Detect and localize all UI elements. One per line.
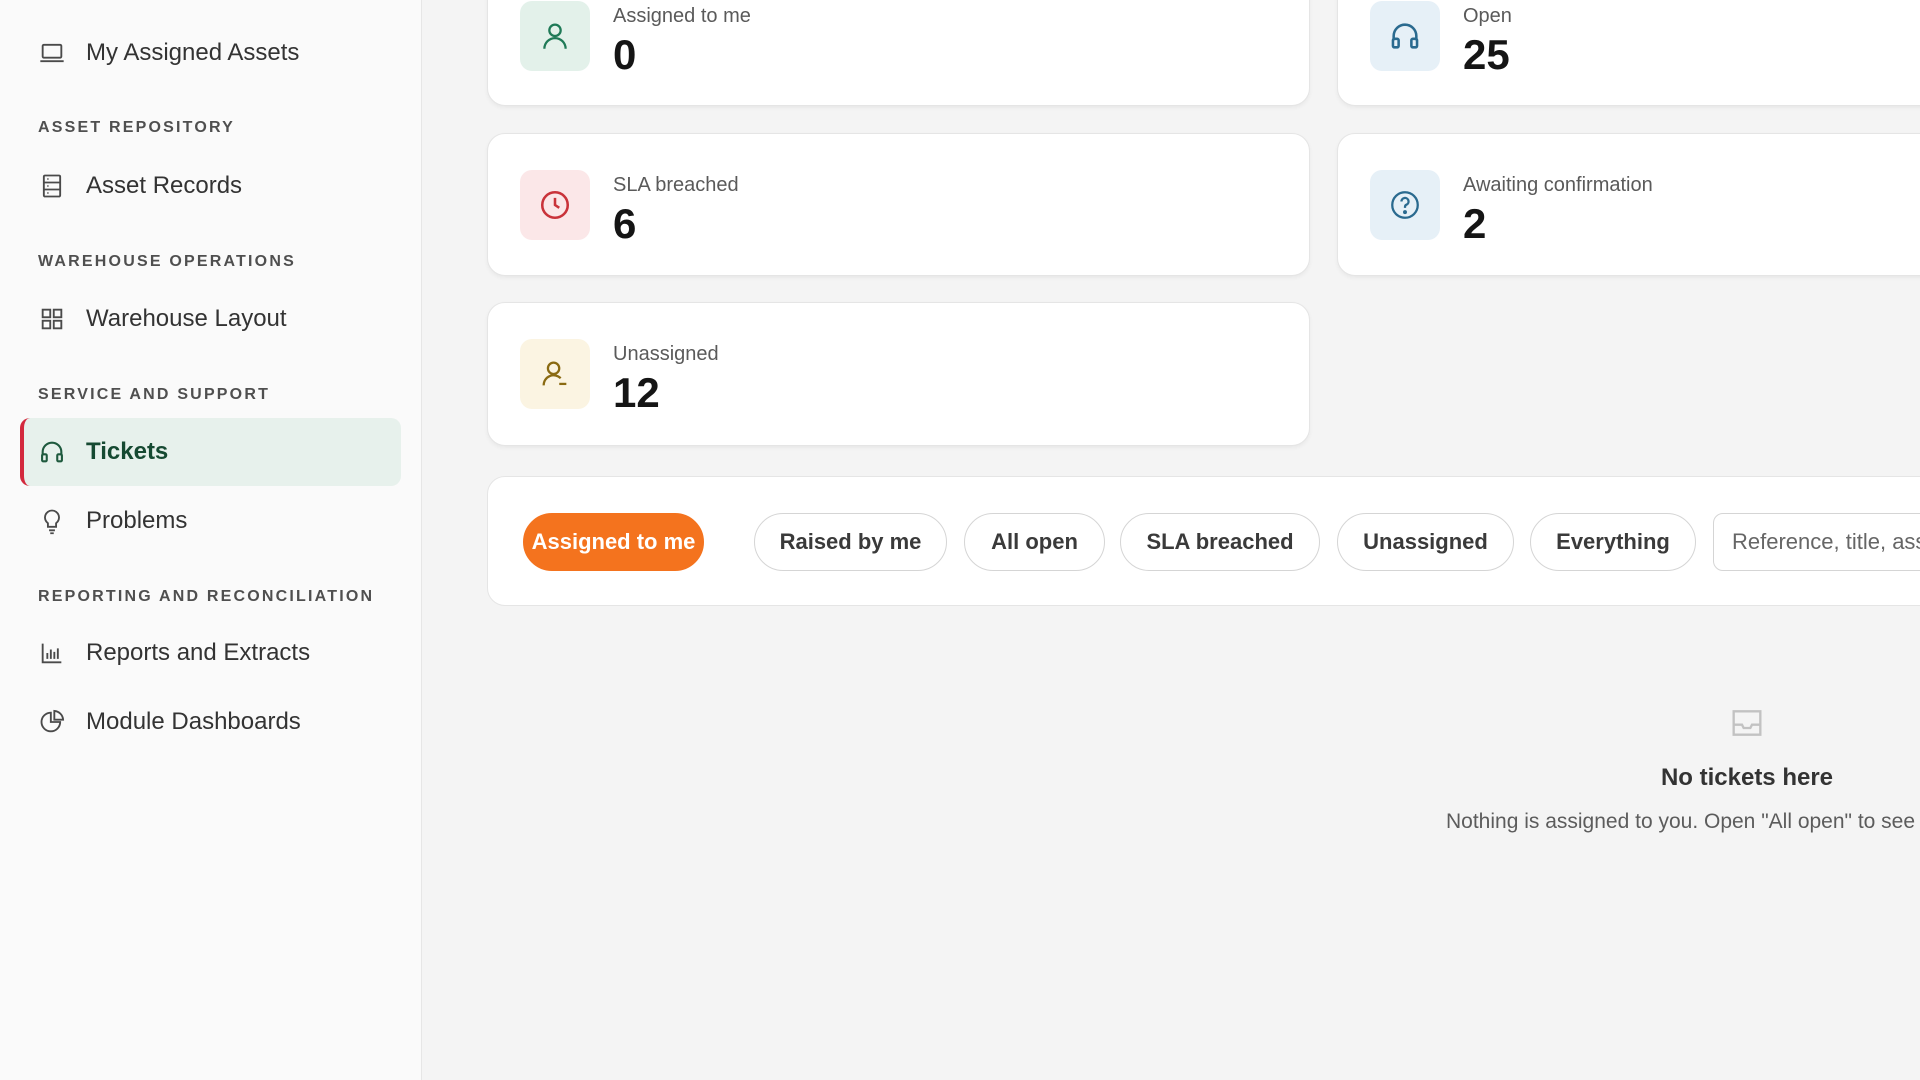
sidebar-item-asset-records[interactable]: Asset Records	[20, 152, 401, 220]
pie-chart-icon	[38, 708, 66, 736]
stat-label: SLA breached	[613, 174, 739, 196]
sidebar-item-label: Asset Records	[86, 172, 243, 199]
section-label-service-support: SERVICE AND SUPPORT	[38, 386, 271, 403]
filter-bar: Assigned to me Raised by me All open SLA…	[487, 476, 1920, 606]
filter-pill-assigned-to-me[interactable]: Assigned to me	[523, 513, 704, 571]
stat-value: 12	[613, 369, 660, 416]
sidebar-item-problems[interactable]: Problems	[20, 487, 401, 555]
stat-value: 0	[613, 31, 637, 78]
search-input[interactable]	[1713, 513, 1920, 571]
sidebar-item-label: Problems	[86, 507, 188, 534]
sidebar-item-label: Warehouse Layout	[86, 305, 287, 332]
grid-icon	[38, 305, 66, 333]
sidebar-item-warehouse-layout[interactable]: Warehouse Layout	[20, 285, 401, 353]
stat-value: 2	[1463, 200, 1487, 247]
empty-state-description: Nothing is assigned to you. Open "All op…	[1446, 810, 1920, 833]
stat-card-awaiting-confirmation[interactable]: Awaiting confirmation 2	[1337, 133, 1920, 276]
user-icon	[520, 1, 590, 71]
headset-icon	[38, 438, 66, 466]
clock-icon	[520, 170, 590, 240]
lightbulb-icon	[38, 507, 66, 535]
stat-value: 6	[613, 200, 637, 247]
question-circle-icon	[1370, 170, 1440, 240]
filter-pill-sla-breached[interactable]: SLA breached	[1120, 513, 1320, 571]
records-icon	[38, 172, 66, 200]
sidebar-item-my-assigned-assets[interactable]: My Assigned Assets	[20, 19, 401, 87]
sidebar-item-label: Tickets	[86, 438, 169, 465]
stat-value: 25	[1463, 31, 1510, 78]
sidebar-item-label: Reports and Extracts	[86, 639, 311, 666]
sidebar: My Assigned Assets ASSET REPOSITORY Asse…	[0, 0, 422, 1080]
filter-pill-unassigned[interactable]: Unassigned	[1337, 513, 1514, 571]
laptop-icon	[38, 39, 66, 67]
stat-card-open[interactable]: Open 25	[1337, 0, 1920, 106]
stat-label: Open	[1463, 5, 1512, 27]
stat-label: Awaiting confirmation	[1463, 174, 1653, 196]
stat-label: Assigned to me	[613, 5, 751, 27]
stat-card-sla-breached[interactable]: SLA breached 6	[487, 133, 1310, 276]
section-label-warehouse-operations: WAREHOUSE OPERATIONS	[38, 253, 296, 270]
empty-state-title: No tickets here	[1660, 764, 1834, 791]
stat-card-unassigned[interactable]: Unassigned 12	[487, 302, 1310, 446]
sidebar-item-reports-extracts[interactable]: Reports and Extracts	[20, 619, 401, 687]
stat-card-assigned-to-me[interactable]: Assigned to me 0	[487, 0, 1310, 106]
user-minus-icon	[520, 339, 590, 409]
filter-pill-everything[interactable]: Everything	[1530, 513, 1696, 571]
filter-pill-all-open[interactable]: All open	[964, 513, 1105, 571]
sidebar-item-tickets[interactable]: Tickets	[20, 418, 401, 486]
stat-label: Unassigned	[613, 343, 719, 365]
headset-icon	[1370, 1, 1440, 71]
sidebar-item-label: Module Dashboards	[86, 708, 301, 735]
section-label-reporting: REPORTING AND RECONCILIATION	[38, 588, 375, 605]
inbox-icon	[1727, 703, 1767, 743]
filter-pill-raised-by-me[interactable]: Raised by me	[754, 513, 947, 571]
bar-chart-icon	[38, 639, 66, 667]
sidebar-item-label: My Assigned Assets	[86, 39, 300, 66]
section-label-asset-repository: ASSET REPOSITORY	[38, 119, 236, 136]
sidebar-item-module-dashboards[interactable]: Module Dashboards	[20, 688, 401, 756]
